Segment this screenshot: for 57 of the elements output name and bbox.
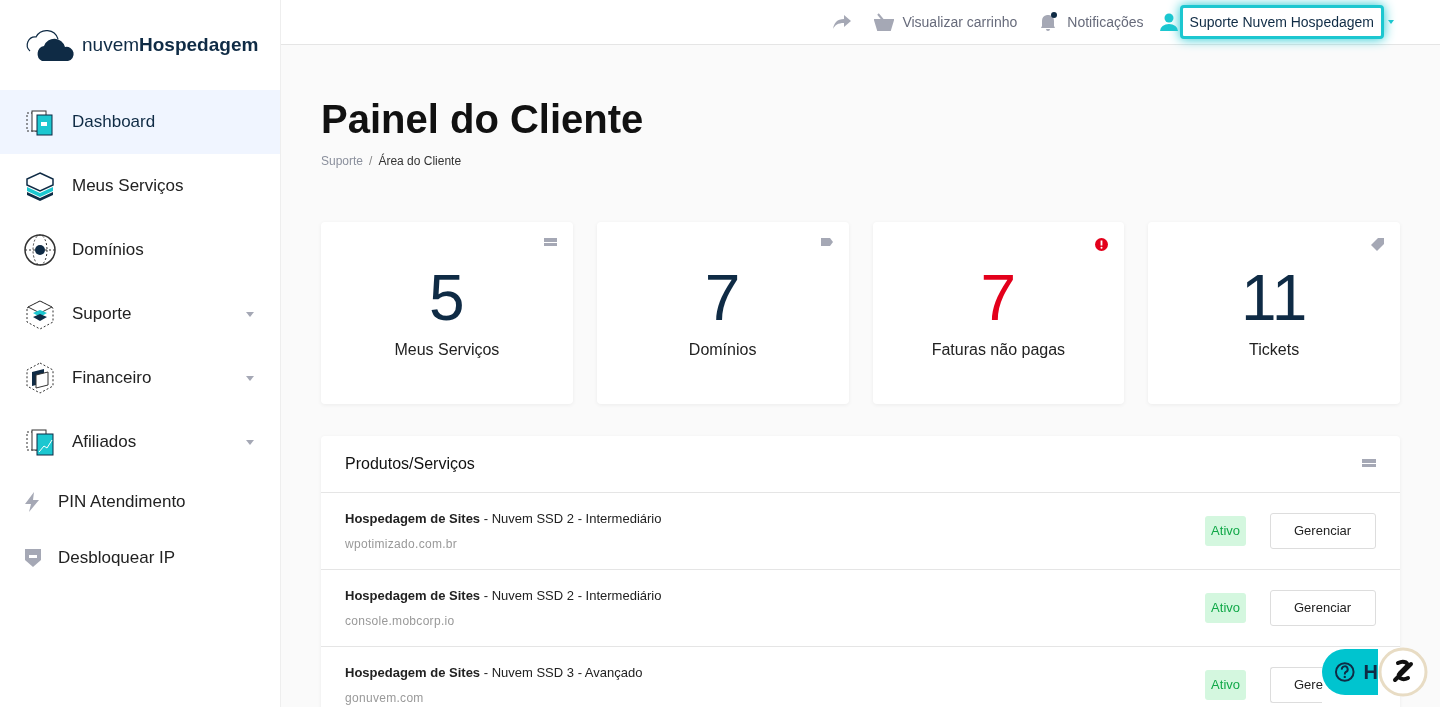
alert-icon bbox=[1095, 238, 1109, 251]
breadcrumb-separator: / bbox=[369, 153, 373, 170]
stat-value: 7 bbox=[704, 262, 741, 334]
stat-label: Meus Serviços bbox=[394, 340, 500, 360]
product-name: Hospedagem de Sites - Nuvem SSD 2 - Intermediário bbox=[345, 587, 663, 606]
caret-icon[interactable] bbox=[1386, 19, 1396, 25]
user-icon bbox=[1159, 13, 1178, 31]
dashboard-icon bbox=[25, 107, 55, 137]
stat-label: Tickets bbox=[1249, 340, 1300, 360]
box-icon bbox=[25, 298, 55, 330]
caret-icon bbox=[246, 439, 254, 445]
lightning-icon bbox=[24, 492, 42, 512]
domain-text: console.mobcorp.io bbox=[345, 612, 456, 630]
panel-title: Produtos/Serviços bbox=[345, 454, 475, 474]
notifications-link[interactable]: Notificações bbox=[1067, 11, 1144, 33]
cart-link[interactable]: Visualizar carrinho bbox=[902, 11, 1018, 33]
product-name: Hospedagem de Sites - Nuvem SSD 2 - Intermediário bbox=[345, 510, 663, 529]
bell-icon[interactable] bbox=[1039, 12, 1060, 32]
stat-label: Domínios bbox=[688, 340, 757, 360]
product-name: Hospedagem de Sites - Nuvem SSD 3 - Avançado bbox=[345, 664, 644, 683]
brand-badge-icon[interactable] bbox=[1378, 647, 1428, 697]
domain-text: wpotimizado.com.br bbox=[345, 535, 459, 553]
server-stack-icon bbox=[25, 171, 55, 201]
manage-button[interactable]: Gere bbox=[1270, 667, 1322, 703]
basket-icon[interactable] bbox=[874, 13, 895, 31]
stat-card[interactable]: 5 Meus Serviços bbox=[321, 222, 573, 404]
label-icon bbox=[820, 238, 833, 246]
status-badge: Ativo bbox=[1205, 593, 1246, 623]
status-badge: Ativo bbox=[1205, 670, 1246, 700]
stat-card[interactable]: 7 Domínios bbox=[596, 222, 849, 404]
stat-value: 5 bbox=[429, 262, 465, 334]
user-menu-button[interactable]: Suporte Nuvem Hospedagem bbox=[1179, 5, 1384, 39]
breadcrumb-current: Área do Cliente bbox=[378, 152, 462, 170]
stat-card[interactable]: 11 Tickets bbox=[1148, 222, 1400, 404]
stat-card[interactable]: 7 Faturas não pagas bbox=[872, 222, 1125, 404]
server-icon bbox=[543, 238, 557, 248]
manage-button[interactable]: Gerenciar bbox=[1270, 513, 1376, 549]
help-button[interactable]: H bbox=[1322, 649, 1378, 695]
shield-icon bbox=[24, 548, 42, 568]
stat-value: 11 bbox=[1240, 262, 1308, 334]
server-icon bbox=[1362, 458, 1376, 470]
globe-icon bbox=[24, 234, 56, 266]
stat-value: 7 bbox=[980, 262, 1017, 334]
card-icon bbox=[25, 362, 55, 394]
logo-text: nuvemHospedagem bbox=[82, 32, 259, 57]
caret-icon bbox=[246, 375, 254, 381]
page-title: Painel do Cliente bbox=[321, 96, 645, 143]
status-badge: Ativo bbox=[1205, 516, 1246, 546]
domain-text: gonuvem.com bbox=[345, 689, 425, 707]
question-icon bbox=[1334, 661, 1356, 683]
tag-icon bbox=[1371, 238, 1384, 251]
sidebar-item[interactable]: Dashboard bbox=[0, 90, 280, 154]
stat-label: Faturas não pagas bbox=[931, 340, 1066, 360]
manage-button[interactable]: Gerenciar bbox=[1270, 590, 1376, 626]
caret-icon bbox=[246, 311, 254, 317]
chart-icon bbox=[25, 426, 55, 458]
share-icon[interactable] bbox=[832, 14, 853, 30]
